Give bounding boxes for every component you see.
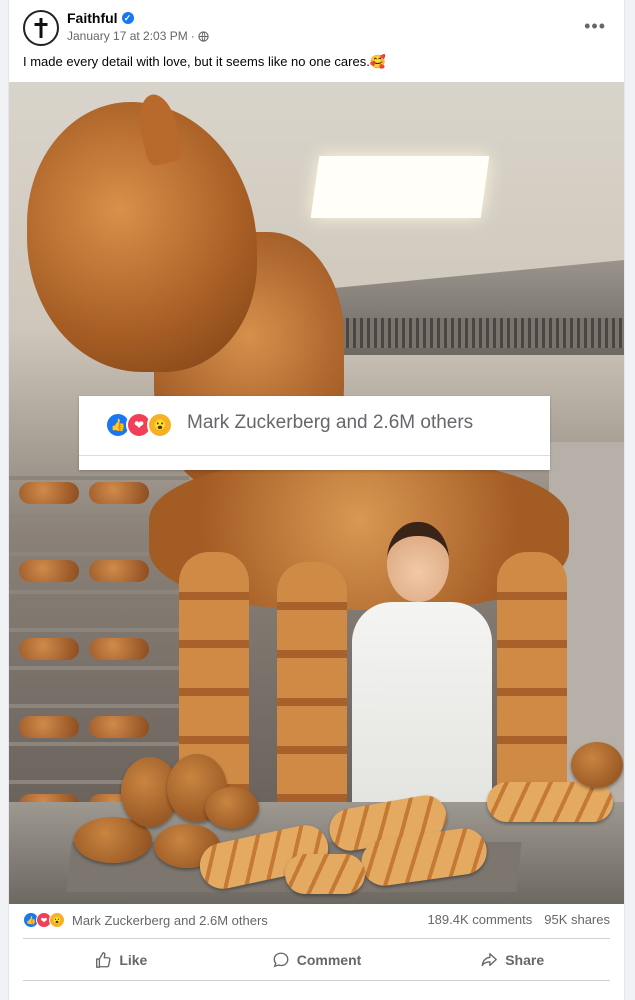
overlay-divider — [79, 455, 550, 456]
author-name[interactable]: Faithful — [67, 10, 118, 26]
more-options-icon[interactable]: ••• — [584, 16, 606, 37]
thumbs-up-icon — [96, 952, 111, 968]
post-card: Faithful ✓ January 17 at 2:03 PM · ••• I… — [8, 0, 625, 1000]
like-button[interactable]: Like — [23, 944, 219, 976]
actions-divider — [23, 980, 610, 981]
bread-loaf — [285, 854, 365, 894]
avatar[interactable] — [23, 10, 59, 46]
wow-icon: 😮 — [49, 912, 65, 928]
comment-button-label: Comment — [296, 952, 362, 968]
reactions-text[interactable]: Mark Zuckerberg and 2.6M others — [72, 913, 268, 928]
bread-horse-head — [27, 102, 257, 372]
bread-loaf — [487, 782, 613, 822]
bread-loaf — [205, 787, 259, 829]
share-icon — [481, 953, 498, 967]
post-stats: 👍 ❤ 😮 Mark Zuckerberg and 2.6M others 18… — [23, 912, 610, 932]
post-timestamp[interactable]: January 17 at 2:03 PM — [67, 29, 188, 43]
baker-head — [387, 522, 449, 602]
wow-icon: 😮 — [147, 412, 173, 438]
like-button-label: Like — [119, 952, 148, 968]
share-button[interactable]: Share — [414, 944, 610, 976]
cross-icon — [34, 18, 48, 38]
comment-icon — [273, 952, 289, 968]
post-actions: Like Comment Share — [23, 944, 610, 976]
post-photo[interactable]: 👍 ❤ 😮 Mark Zuckerberg and 2.6M others — [9, 82, 624, 904]
reactions-summary[interactable]: 👍 ❤ 😮 Mark Zuckerberg and 2.6M others — [23, 912, 268, 928]
bread-loaf — [571, 742, 623, 788]
post-header: Faithful ✓ January 17 at 2:03 PM · ••• — [23, 8, 610, 48]
reactions-overlay: 👍 ❤ 😮 Mark Zuckerberg and 2.6M others — [79, 396, 550, 470]
stats-divider — [23, 938, 610, 939]
shares-count[interactable]: 95K shares — [544, 912, 610, 927]
ceiling-light — [310, 156, 490, 218]
comments-count[interactable]: 189.4K comments — [427, 912, 532, 927]
comment-button[interactable]: Comment — [219, 944, 415, 976]
share-button-label: Share — [505, 952, 545, 968]
verified-badge-icon: ✓ — [121, 12, 134, 24]
overlay-reactions-text: Mark Zuckerberg and 2.6M others — [187, 412, 474, 433]
hood-vent — [339, 318, 624, 348]
post-text: I made every detail with love, but it se… — [23, 54, 387, 69]
globe-icon — [198, 30, 209, 42]
